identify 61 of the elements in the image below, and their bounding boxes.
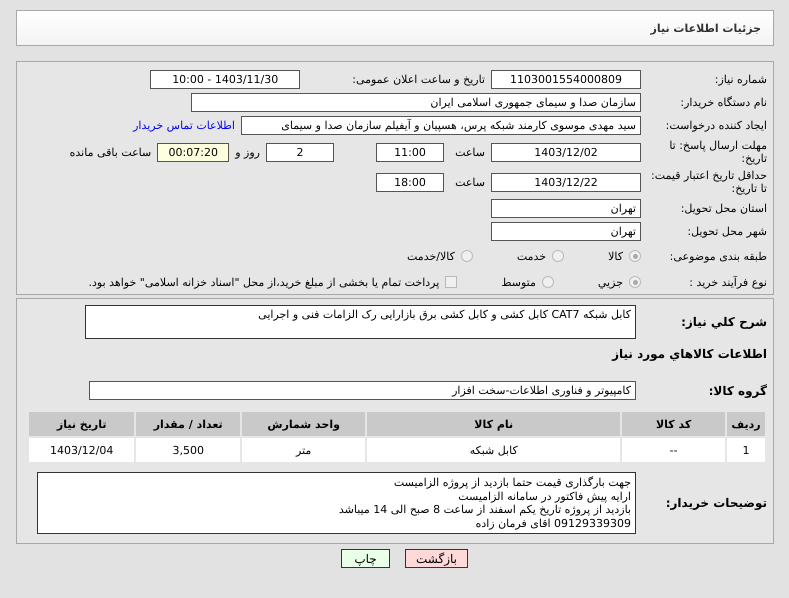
field-label: توضیحات خریدار: — [664, 496, 767, 510]
announce-date-field: 1403/11/30 - 10:00 — [150, 70, 300, 89]
table-cell: 3,500 — [135, 437, 242, 463]
back-button[interactable]: بازگشت — [405, 549, 468, 568]
table-cell: کابل شبکه — [366, 437, 622, 463]
field-label: نام دستگاه خریدار: — [679, 96, 768, 109]
field-label: تاریخ و ساعت اعلان عمومی: — [352, 73, 485, 86]
field-label: گروه کالا: — [708, 384, 767, 398]
deadline-time-field: 11:00 — [376, 142, 444, 162]
city-field: تهران — [491, 222, 641, 241]
buyer-org-field: سازمان صدا و سیمای جمهوری اسلامی ایران — [191, 93, 641, 112]
option-label: کالا/خدمت — [407, 250, 455, 262]
column-header: کد کالا — [621, 411, 726, 437]
goods-group-field: کامپیوتر و فناوری اطلاعات-سخت افزار — [89, 381, 636, 400]
field-label: شرح کلي نياز: — [680, 315, 767, 329]
field-label: نوع فرآیند خرید : — [688, 276, 768, 288]
checkbox[interactable] — [445, 276, 458, 288]
column-header: تاریخ نیاز — [28, 411, 136, 437]
radio-button[interactable] — [460, 250, 473, 262]
field-label: طبقه بندی موضوعی: — [668, 250, 768, 262]
page-title: جزئیات اطلاعات نیاز — [16, 10, 774, 46]
radio-button[interactable] — [629, 276, 641, 288]
column-header: واحد شمارش — [241, 411, 366, 437]
deadline-date-field: 1403/12/02 — [491, 142, 641, 162]
option-label: متوسط — [501, 276, 536, 288]
remaining-label: ساعت باقی مانده — [70, 146, 152, 158]
column-header: تعداد / مقدار — [135, 411, 242, 437]
description-field: کابل شبکه CAT7 کابل کشی و کابل کشی برق بازارایی رک الزامات فنی و اجرایی — [85, 305, 636, 339]
radio-button[interactable] — [629, 250, 641, 262]
option-label: خدمت — [516, 250, 546, 262]
section-heading: اطلاعات کالاهاي مورد نياز — [610, 347, 767, 361]
option-label: کالا — [608, 250, 623, 262]
validity-date-field: 1403/12/22 — [491, 172, 641, 192]
buyer-contact-link[interactable]: اطلاعات تماس خریدار — [133, 119, 235, 132]
radio-button[interactable] — [542, 276, 554, 288]
need-number-field: 1103001554000809 — [491, 70, 641, 89]
table-cell: 1403/12/04 — [28, 437, 136, 463]
field-label: ایجاد کننده درخواست: — [664, 119, 768, 132]
remaining-time-field: 00:07:20 — [157, 142, 230, 162]
validity-time-field: 18:00 — [376, 172, 444, 192]
field-label: شهر محل تحویل: — [686, 225, 768, 238]
table-cell: -- — [621, 437, 726, 463]
creator-field: سید مهدی موسوی کارمند شبکه پرس، هسپیان و آیفیلم سازمان صدا و سیمای — [241, 116, 641, 135]
checkbox-label: پرداخت تمام یا بخشی از مبلغ خرید،از محل "اسناد خزانه اسلامی" خواهد بود. — [88, 276, 440, 288]
buyer-notes-field: جهت بارگذاری قیمت حتما بازدید از پروژه الزامیست ارایه پیش فاکتور در سامانه الزامیست بازدید از پروژه تاریخ یکم اسفند از ساعت 8 صبح الی 14 میباشد 09129339309 اقای فرمان زاده — [37, 472, 636, 534]
table-cell: 1 — [726, 437, 766, 463]
print-button[interactable]: چاپ — [341, 549, 390, 568]
column-header: ردیف — [726, 411, 766, 437]
province-field: تهران — [491, 199, 641, 218]
field-label: استان محل تحویل: — [680, 202, 768, 215]
field-label: مهلت ارسال پاسخ: تا تاریخ: — [668, 139, 768, 165]
days-field: 2 — [266, 142, 334, 162]
field-label: حداقل تاریخ اعتبار قیمت: تا تاریخ: — [650, 169, 768, 195]
column-header: نام کالا — [366, 411, 622, 437]
option-label: جزیي — [598, 276, 623, 288]
days-label: روز و — [235, 146, 260, 158]
time-label: ساعت — [454, 146, 485, 158]
time-label: ساعت — [454, 176, 485, 188]
field-label: شماره نیاز: — [714, 73, 768, 86]
table-cell: متر — [241, 437, 366, 463]
radio-button[interactable] — [552, 250, 564, 262]
